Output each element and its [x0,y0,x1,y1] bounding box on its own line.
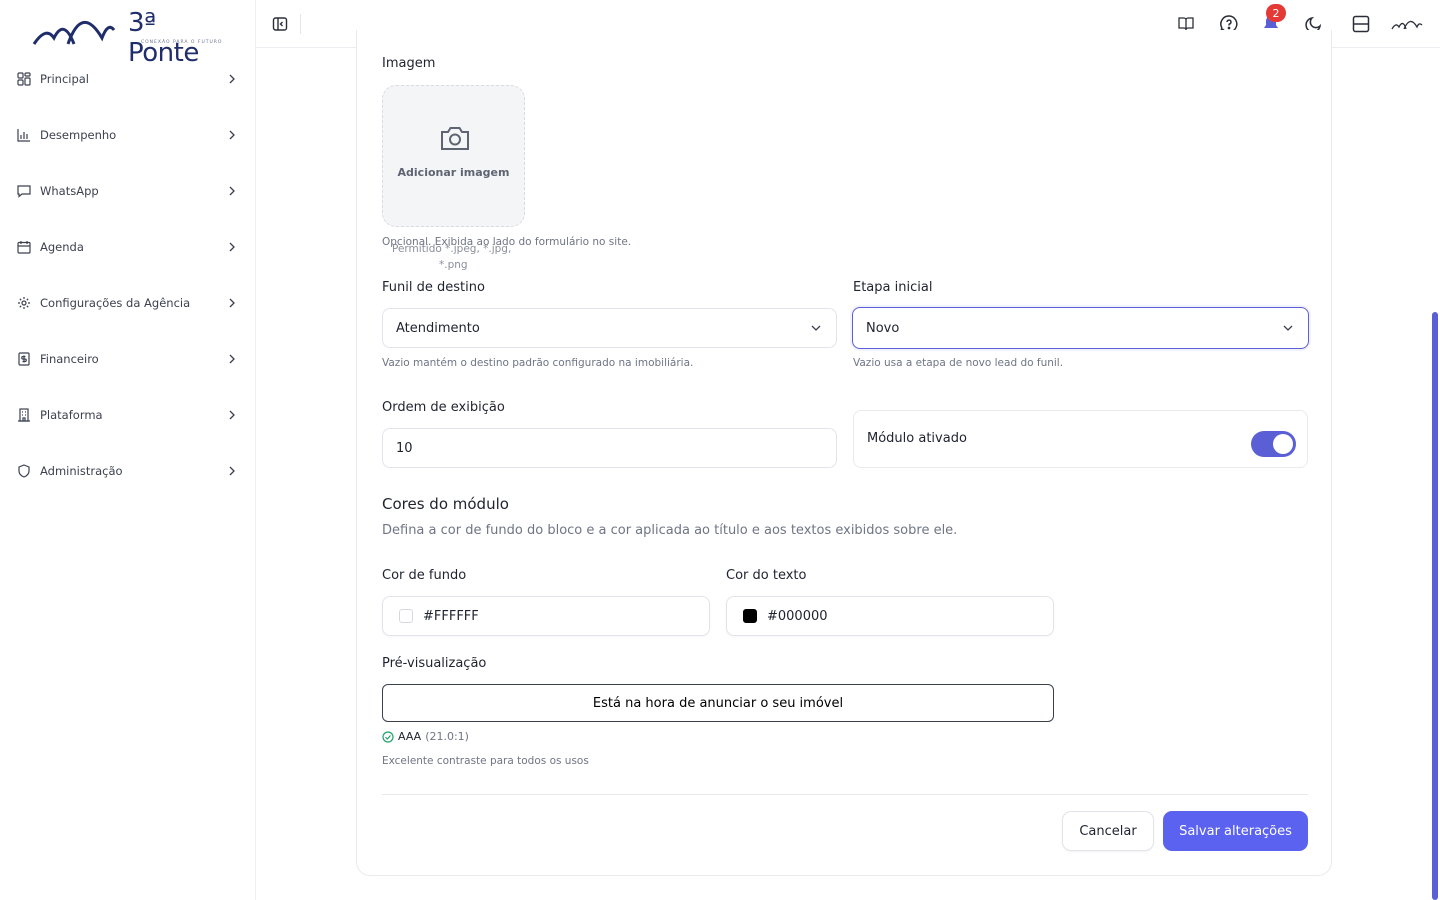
bar-chart-icon [16,127,32,143]
sidebar-item-whatsapp[interactable]: WhatsApp [0,163,256,219]
building-icon [16,407,32,423]
add-image-label: Adicionar imagem [397,166,510,179]
preview-label: Pré-visualização [382,656,487,671]
chevron-right-icon [229,298,235,308]
background-color-label: Cor de fundo [382,568,467,583]
background-color-input[interactable]: #FFFFFF [382,596,710,636]
brand-logo[interactable]: 3ª Ponte CONEXÃO PARA O FUTURO [32,6,224,68]
module-toggle-card: Módulo ativado [853,410,1308,468]
colors-section-title: Cores do módulo [382,495,509,513]
notification-badge: 2 [1266,4,1286,22]
sidebar-nav: Principal Desempenho WhatsApp Agenda Con… [0,51,256,499]
stage-select[interactable]: Novo [852,307,1309,349]
sidebar-item-label: Configurações da Agência [40,296,191,310]
background-color-swatch[interactable] [399,609,413,623]
stage-hint: Vazio usa a etapa de novo lead do funil. [853,357,1064,369]
sidebar-item-label: WhatsApp [40,184,99,198]
sidebar-item-financeiro[interactable]: Financeiro [0,331,256,387]
camera-icon [441,127,469,150]
funnel-select[interactable]: Atendimento [382,308,837,348]
sidebar-item-desempenho[interactable]: Desempenho [0,107,256,163]
contrast-preview: Está na hora de anunciar o seu imóvel [382,684,1054,722]
image-label: Imagem [382,56,436,71]
chevron-right-icon [229,130,235,140]
sidebar-item-label: Desempenho [40,128,117,142]
module-enabled-switch[interactable] [1251,431,1296,457]
sidebar-collapse-icon [272,17,288,31]
chevron-right-icon [229,242,235,252]
text-color-label: Cor do texto [726,568,807,583]
text-color-swatch[interactable] [743,609,757,623]
funnel-hint: Vazio mantém o destino padrão configurad… [382,357,694,369]
grid-icon [16,71,32,87]
cancel-button[interactable]: Cancelar [1062,811,1154,851]
stage-select-value: Novo [866,320,900,336]
image-allowed-formats-suffix: *.png [439,259,468,271]
chevron-right-icon [229,466,235,476]
sidebar-item-agenda[interactable]: Agenda [0,219,256,275]
order-label: Ordem de exibição [382,400,505,415]
colors-section-subtitle: Defina a cor de fundo do bloco e a cor a… [382,523,958,538]
order-input[interactable]: 10 [382,428,837,468]
shield-icon [16,463,32,479]
sidebar: 3ª Ponte CONEXÃO PARA O FUTURO Principal… [0,0,256,900]
funnel-label: Funil de destino [382,280,485,295]
layout-icon [1352,15,1370,33]
sidebar-item-plataforma[interactable]: Plataforma [0,387,256,443]
chevron-down-icon [811,325,821,331]
chevron-right-icon [229,410,235,420]
contrast-message: Excelente contraste para todos os usos [382,755,589,767]
module-toggle-label: Módulo ativado [867,431,967,446]
contrast-ratio: (21.0:1) [425,730,469,743]
actions-divider [382,794,1308,795]
text-color-input[interactable]: #000000 [726,596,1054,636]
funnel-select-value: Atendimento [396,320,480,336]
chevron-right-icon [229,354,235,364]
image-upload-dropzone[interactable]: Adicionar imagem [382,85,525,227]
chevron-right-icon [229,74,235,84]
check-circle-icon [382,730,394,743]
topbar-divider [300,14,301,34]
layout-button[interactable] [1351,14,1371,34]
stage-label: Etapa inicial [853,280,933,295]
chevron-down-icon [1283,325,1293,331]
sidebar-item-label: Financeiro [40,352,99,366]
gear-icon [16,295,32,311]
contrast-rating: AAA (21.0:1) [382,730,469,743]
sidebar-item-label: Administração [40,464,123,478]
background-color-value: #FFFFFF [423,608,479,624]
text-color-value: #000000 [767,608,828,624]
calendar-icon [16,239,32,255]
image-allowed-formats: Permitido *.jpeg, *.jpg, [392,243,512,255]
sidebar-item-label: Agenda [40,240,84,254]
brand-mini-icon [1391,20,1423,30]
sidebar-item-configuracoes[interactable]: Configurações da Agência [0,275,256,331]
page-scrollbar[interactable] [1432,312,1438,900]
dollar-receipt-icon [16,351,32,367]
contrast-level: AAA [398,730,422,743]
sidebar-item-principal[interactable]: Principal [0,51,256,107]
save-button[interactable]: Salvar alterações [1163,811,1308,851]
sidebar-item-label: Principal [40,72,90,86]
sidebar-toggle-button[interactable] [272,16,288,32]
logo-arches-icon [32,20,116,45]
chevron-right-icon [229,186,235,196]
brand-tagline: CONEXÃO PARA O FUTURO [141,40,223,45]
switch-knob [1273,434,1293,454]
module-form-card: Imagem Adicionar imagem Opcional. Exibid… [356,30,1332,876]
chat-icon [16,183,32,199]
sidebar-item-label: Plataforma [40,408,103,422]
account-button[interactable] [1390,14,1424,34]
sidebar-item-administracao[interactable]: Administração [0,443,256,499]
